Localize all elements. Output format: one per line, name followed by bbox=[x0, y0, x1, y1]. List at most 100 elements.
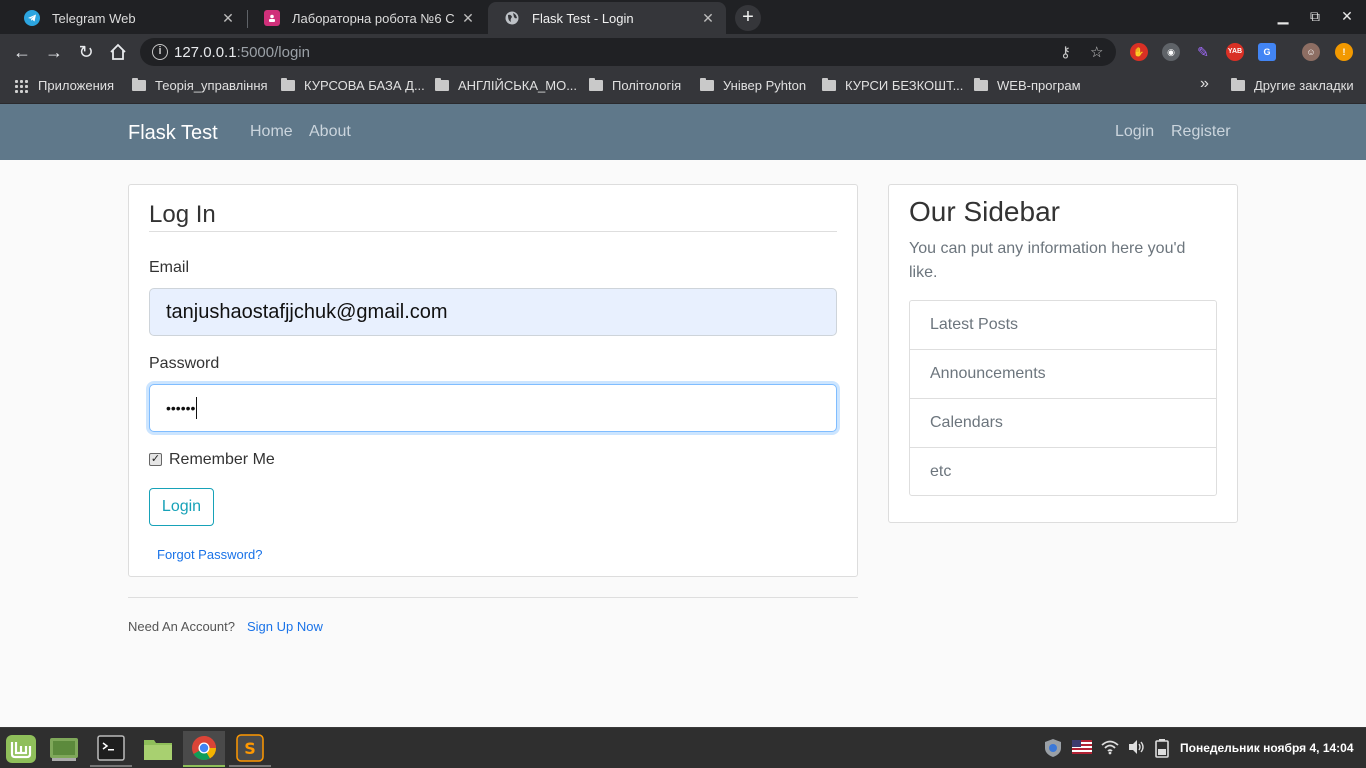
site-info-icon[interactable]: i bbox=[152, 44, 168, 60]
sidebar-list: Latest Posts Announcements Calendars etc bbox=[909, 300, 1217, 496]
text-caret bbox=[196, 397, 198, 419]
wifi-icon[interactable] bbox=[1101, 739, 1119, 758]
url-text[interactable]: 127.0.0.1:5000/login bbox=[174, 44, 310, 61]
close-window-icon[interactable]: ✕ bbox=[1337, 8, 1357, 25]
shield-icon[interactable] bbox=[1044, 738, 1062, 761]
svg-text:S: S bbox=[244, 739, 256, 758]
bookmark-folder[interactable]: КУРСОВА БАЗА Д... bbox=[281, 78, 425, 93]
bookmark-apps[interactable]: Приложения bbox=[14, 78, 114, 93]
email-field[interactable]: tanjushaostafjjchuk@gmail.com bbox=[149, 288, 837, 336]
bookmark-star-icon[interactable]: ☆ bbox=[1090, 43, 1103, 61]
other-bookmarks[interactable]: Другие закладки bbox=[1231, 78, 1354, 93]
folder-icon bbox=[435, 78, 449, 91]
sidebar-item-announcements[interactable]: Announcements bbox=[910, 350, 1216, 399]
mint-menu-icon bbox=[6, 735, 36, 763]
tab-title: Flask Test - Login bbox=[532, 10, 634, 26]
bookmark-folder[interactable]: АНГЛІЙСЬКА_МО... bbox=[435, 78, 577, 93]
chrome-icon bbox=[192, 736, 216, 761]
tab-lab-work[interactable]: Лабораторна робота №6 Стру ✕ bbox=[248, 2, 486, 34]
tab-title: Лабораторна робота №6 Стру bbox=[292, 10, 454, 26]
reload-button[interactable]: ↻ bbox=[74, 40, 98, 64]
us-flag-icon[interactable] bbox=[1072, 740, 1092, 757]
bookmark-label: КУРСОВА БАЗА Д... bbox=[304, 78, 425, 93]
back-button[interactable]: ← bbox=[10, 40, 34, 64]
bookmarks-overflow-button[interactable]: » bbox=[1200, 75, 1209, 93]
sublime-text-icon: S bbox=[236, 734, 264, 762]
site-brand[interactable]: Flask Test bbox=[128, 122, 218, 145]
remember-me-checkbox[interactable]: ✓ bbox=[149, 453, 162, 466]
sidebar-title: Our Sidebar bbox=[909, 196, 1060, 227]
bookmark-folder[interactable]: WEB-програм bbox=[974, 78, 1081, 93]
minimize-icon[interactable]: ▁ bbox=[1273, 8, 1293, 25]
maximize-icon[interactable]: ⧉ bbox=[1305, 8, 1325, 25]
browser-tab-strip: Telegram Web ✕ Лабораторна робота №6 Стр… bbox=[0, 0, 1366, 34]
bookmark-folder[interactable]: КУРСИ БЕЗКОШТ... bbox=[822, 78, 963, 93]
bookmark-label: WEB-програм bbox=[997, 78, 1081, 93]
new-tab-button[interactable]: + bbox=[735, 5, 761, 31]
sidebar-item-etc[interactable]: etc bbox=[910, 448, 1216, 495]
chrome-app[interactable] bbox=[183, 731, 225, 767]
yab-extension-icon[interactable]: YAB bbox=[1226, 43, 1244, 61]
bookmark-label: Теорія_управління bbox=[155, 78, 268, 93]
password-field[interactable]: •••••• bbox=[149, 384, 837, 432]
extension-icon[interactable]: ◉ bbox=[1162, 43, 1180, 61]
forward-button[interactable]: → bbox=[42, 40, 66, 64]
sublime-text-app[interactable]: S bbox=[229, 731, 271, 767]
home-icon bbox=[110, 43, 126, 60]
folder-icon bbox=[1231, 78, 1245, 91]
bookmark-label: Приложения bbox=[38, 78, 115, 93]
terminal-app[interactable] bbox=[90, 731, 132, 767]
sidebar-item-latest-posts[interactable]: Latest Posts bbox=[910, 301, 1216, 350]
profile-avatar[interactable]: ☺ bbox=[1302, 43, 1320, 61]
login-button[interactable]: Login bbox=[149, 488, 214, 526]
os-taskbar: S Понедельник ноября 4, 14:04 bbox=[0, 727, 1366, 768]
classroom-icon bbox=[264, 10, 280, 26]
taskbar-clock[interactable]: Понедельник ноября 4, 14:04 bbox=[1180, 741, 1354, 755]
nav-login-link[interactable]: Login bbox=[1115, 123, 1154, 141]
arrow-right-icon: → bbox=[45, 42, 63, 62]
close-tab-icon[interactable]: ✕ bbox=[460, 10, 476, 27]
folder-icon bbox=[822, 78, 836, 91]
url-path: :5000/login bbox=[236, 44, 310, 61]
files-app[interactable] bbox=[137, 731, 179, 767]
login-legend: Log In bbox=[149, 201, 216, 228]
google-translate-icon[interactable]: G bbox=[1258, 43, 1276, 61]
volume-icon[interactable] bbox=[1128, 739, 1146, 758]
arrow-left-icon: ← bbox=[13, 42, 31, 62]
sidebar-text: You can put any information here you'd l… bbox=[909, 240, 1186, 281]
bookmark-folder[interactable]: Універ Pyhton bbox=[700, 78, 806, 93]
battery-icon[interactable] bbox=[1154, 738, 1170, 761]
chevron-double-right-icon: » bbox=[1200, 75, 1209, 92]
remember-me-label[interactable]: Remember Me bbox=[169, 451, 275, 469]
tab-telegram[interactable]: Telegram Web ✕ bbox=[8, 2, 246, 34]
close-tab-icon[interactable]: ✕ bbox=[220, 10, 236, 27]
close-tab-icon[interactable]: ✕ bbox=[700, 10, 716, 27]
nav-home-link[interactable]: Home bbox=[250, 123, 293, 141]
footer-divider bbox=[128, 597, 858, 598]
feather-extension-icon[interactable]: ✎ bbox=[1194, 43, 1212, 61]
update-alert-icon[interactable]: ! bbox=[1335, 43, 1353, 61]
sidebar-item-calendars[interactable]: Calendars bbox=[910, 399, 1216, 448]
apps-grid-icon bbox=[14, 78, 28, 93]
terminal-icon bbox=[97, 735, 125, 761]
nav-about-link[interactable]: About bbox=[309, 123, 351, 141]
folder-icon bbox=[974, 78, 988, 91]
show-desktop-button[interactable] bbox=[43, 731, 85, 767]
bookmark-folder[interactable]: Політологія bbox=[589, 78, 681, 93]
bookmark-label: Політологія bbox=[612, 78, 682, 93]
bookmark-folder[interactable]: Теорія_управління bbox=[132, 78, 268, 93]
folder-icon bbox=[132, 78, 146, 91]
globe-icon bbox=[504, 10, 520, 26]
tab-flask-login[interactable]: Flask Test - Login ✕ bbox=[488, 2, 726, 34]
address-bar[interactable]: i 127.0.0.1:5000/login ⚷ ☆ bbox=[140, 38, 1116, 66]
bookmark-label: Універ Pyhton bbox=[723, 78, 807, 93]
login-card: Log In Email tanjushaostafjjchuk@gmail.c… bbox=[128, 184, 858, 577]
nav-register-link[interactable]: Register bbox=[1171, 123, 1231, 141]
forgot-password-link[interactable]: Forgot Password? bbox=[157, 547, 263, 562]
key-icon[interactable]: ⚷ bbox=[1060, 43, 1071, 61]
sidebar-card: Our Sidebar You can put any information … bbox=[888, 184, 1238, 523]
adblock-extension-icon[interactable]: ✋ bbox=[1130, 43, 1148, 61]
home-button[interactable] bbox=[106, 40, 130, 64]
sign-up-link[interactable]: Sign Up Now bbox=[247, 619, 323, 634]
mint-menu-button[interactable] bbox=[0, 731, 42, 767]
